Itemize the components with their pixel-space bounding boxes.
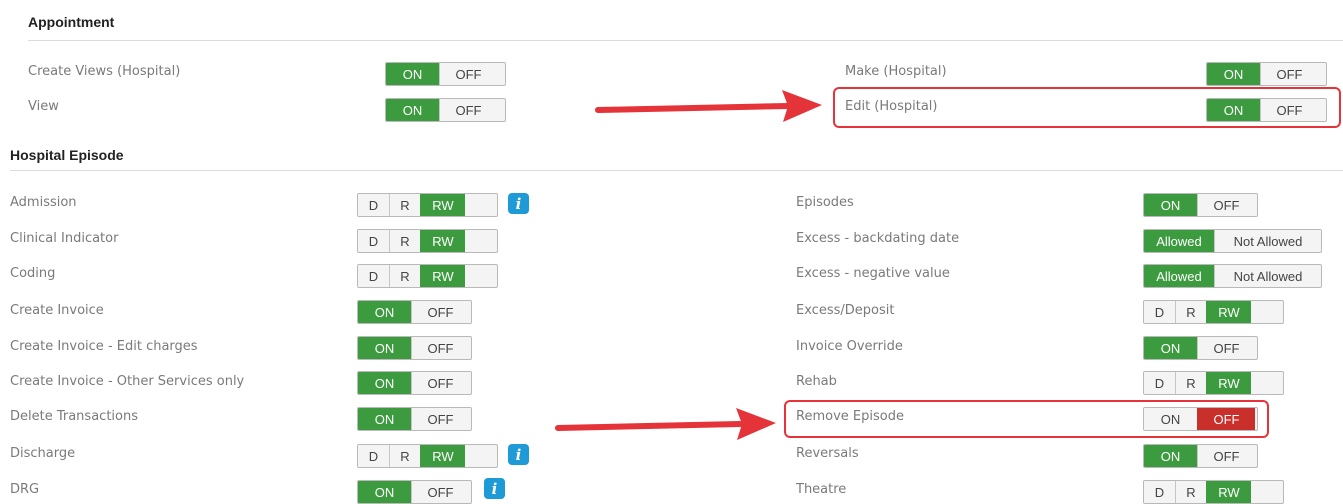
setting-label-create-views-hospital: Create Views (Hospital) (28, 64, 181, 79)
info-icon[interactable]: i (508, 444, 529, 465)
permission-rw-button[interactable]: RW (420, 230, 465, 252)
setting-label-coding: Coding (10, 266, 56, 281)
toggle-on-button[interactable]: ON (386, 99, 439, 121)
toggle-create-invoice-edit-charges: ON OFF (357, 336, 472, 360)
setting-label-excess-negative-value: Excess - negative value (796, 266, 950, 281)
highlight-box-remove-episode (784, 400, 1269, 438)
permission-r-button[interactable]: R (389, 230, 420, 252)
toggle-on-button[interactable]: ON (358, 481, 411, 503)
toggle-off-button[interactable]: OFF (411, 481, 469, 503)
setting-label-excess-deposit: Excess/Deposit (796, 303, 895, 318)
toggle-on-button[interactable]: ON (1144, 194, 1197, 216)
setting-label-make-hospital: Make (Hospital) (845, 64, 947, 79)
setting-label-clinical-indicator: Clinical Indicator (10, 231, 119, 246)
toggle-make-hospital: ON OFF (1206, 62, 1327, 86)
permission-coding: D R RW (357, 264, 498, 288)
permission-rehab: D R RW (1143, 371, 1284, 395)
setting-label-invoice-override: Invoice Override (796, 339, 903, 354)
toggle-delete-transactions: ON OFF (357, 407, 472, 431)
setting-label-create-invoice: Create Invoice (10, 303, 104, 318)
toggle-create-invoice: ON OFF (357, 300, 472, 324)
toggle-on-button[interactable]: ON (1144, 445, 1197, 467)
toggle-invoice-override: ON OFF (1143, 336, 1258, 360)
permission-d-button[interactable]: D (358, 265, 389, 287)
permission-d-button[interactable]: D (358, 445, 389, 467)
toggle-off-button[interactable]: OFF (411, 408, 469, 430)
permission-r-button[interactable]: R (1175, 372, 1206, 394)
toggle-off-button[interactable]: OFF (1197, 445, 1255, 467)
permission-rw-button[interactable]: RW (420, 265, 465, 287)
setting-label-delete-transactions: Delete Transactions (10, 409, 138, 424)
permission-d-button[interactable]: D (1144, 301, 1175, 323)
toggle-off-button[interactable]: OFF (411, 337, 469, 359)
not-allowed-button[interactable]: Not Allowed (1214, 265, 1321, 287)
section-divider (28, 40, 1343, 41)
setting-label-rehab: Rehab (796, 374, 837, 389)
toggle-on-button[interactable]: ON (358, 301, 411, 323)
toggle-reversals: ON OFF (1143, 444, 1258, 468)
setting-label-episodes: Episodes (796, 195, 854, 210)
highlight-box-edit-hospital (833, 87, 1341, 128)
toggle-view: ON OFF (385, 98, 506, 122)
toggle-on-button[interactable]: ON (358, 337, 411, 359)
permission-excess-negative-value: Allowed Not Allowed (1143, 264, 1322, 288)
toggle-create-invoice-other-services-only: ON OFF (357, 371, 472, 395)
permission-excess-deposit: D R RW (1143, 300, 1284, 324)
toggle-episodes: ON OFF (1143, 193, 1258, 217)
permission-r-button[interactable]: R (389, 194, 420, 216)
not-allowed-button[interactable]: Not Allowed (1214, 230, 1321, 252)
permission-discharge: D R RW (357, 444, 498, 468)
permission-d-button[interactable]: D (358, 194, 389, 216)
toggle-on-button[interactable]: ON (358, 408, 411, 430)
permission-r-button[interactable]: R (389, 265, 420, 287)
setting-label-create-invoice-other-services-only: Create Invoice - Other Services only (10, 374, 245, 389)
permission-rw-button[interactable]: RW (1206, 372, 1251, 394)
setting-label-drg: DRG (10, 482, 40, 497)
toggle-off-button[interactable]: OFF (1260, 63, 1318, 85)
annotation-arrow-edit-hospital (595, 90, 822, 122)
setting-label-discharge: Discharge (10, 446, 76, 461)
permission-r-button[interactable]: R (1175, 301, 1206, 323)
section-divider (10, 170, 1343, 171)
toggle-off-button[interactable]: OFF (411, 372, 469, 394)
toggle-off-button[interactable]: OFF (439, 63, 497, 85)
section-title-appointment: Appointment (28, 14, 115, 30)
toggle-on-button[interactable]: ON (1144, 337, 1197, 359)
toggle-off-button[interactable]: OFF (439, 99, 497, 121)
setting-label-reversals: Reversals (796, 446, 859, 461)
section-title-hospital-episode: Hospital Episode (10, 147, 124, 163)
allowed-button[interactable]: Allowed (1144, 265, 1214, 287)
permission-r-button[interactable]: R (1175, 481, 1206, 503)
permission-r-button[interactable]: R (389, 445, 420, 467)
info-icon[interactable]: i (508, 193, 529, 214)
permission-d-button[interactable]: D (1144, 481, 1175, 503)
setting-label-theatre: Theatre (796, 482, 847, 497)
permission-admission: D R RW (357, 193, 498, 217)
setting-label-admission: Admission (10, 195, 77, 210)
setting-label-view: View (28, 99, 59, 114)
allowed-button[interactable]: Allowed (1144, 230, 1214, 252)
permission-rw-button[interactable]: RW (1206, 301, 1251, 323)
toggle-drg: ON OFF (357, 480, 472, 504)
permission-rw-button[interactable]: RW (420, 445, 465, 467)
toggle-on-button[interactable]: ON (386, 63, 439, 85)
setting-label-excess-backdating-date: Excess - backdating date (796, 231, 960, 246)
permission-rw-button[interactable]: RW (1206, 481, 1251, 503)
toggle-on-button[interactable]: ON (358, 372, 411, 394)
permission-d-button[interactable]: D (358, 230, 389, 252)
toggle-off-button[interactable]: OFF (1197, 194, 1255, 216)
toggle-off-button[interactable]: OFF (1197, 337, 1255, 359)
permission-clinical-indicator: D R RW (357, 229, 498, 253)
setting-label-create-invoice-edit-charges: Create Invoice - Edit charges (10, 339, 198, 354)
annotation-arrow-remove-episode (555, 408, 776, 440)
toggle-on-button[interactable]: ON (1207, 63, 1260, 85)
permission-theatre: D R RW (1143, 480, 1284, 504)
permission-rw-button[interactable]: RW (420, 194, 465, 216)
toggle-create-views-hospital: ON OFF (385, 62, 506, 86)
info-icon[interactable]: i (484, 478, 505, 499)
permission-d-button[interactable]: D (1144, 372, 1175, 394)
toggle-off-button[interactable]: OFF (411, 301, 469, 323)
permission-excess-backdating-date: Allowed Not Allowed (1143, 229, 1322, 253)
